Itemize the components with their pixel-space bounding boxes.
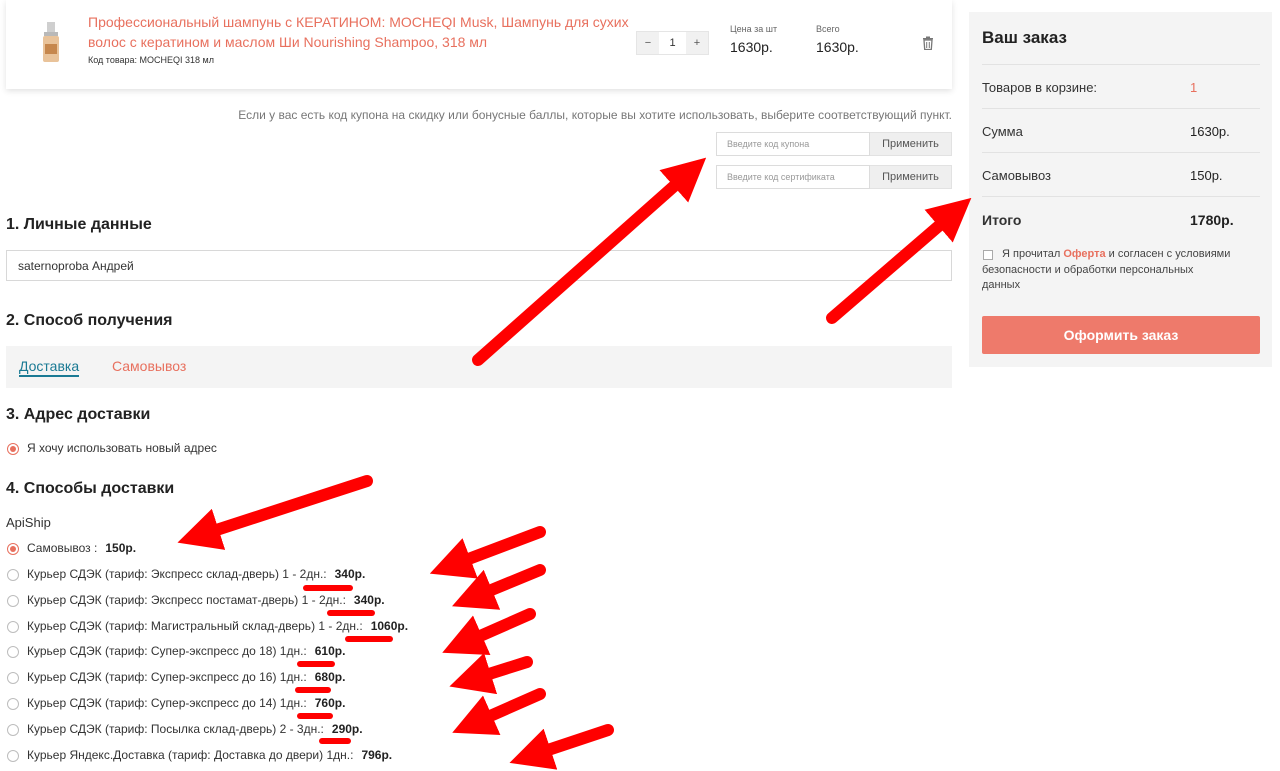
agree-prefix: Я прочитал xyxy=(1002,248,1061,260)
delivery-option-label: Самовывоз : xyxy=(27,541,98,555)
cart-item-card: Профессиональный шампунь с КЕРАТИНОМ: MO… xyxy=(6,0,952,89)
section-method-title: 2. Способ получения xyxy=(6,312,173,329)
delivery-option-price: 290р. xyxy=(331,722,363,736)
agree-text: Я прочитал Оферта и согласен с условиями… xyxy=(982,247,1232,294)
delivery-option-label: Курьер СДЭК (тариф: Супер-экспресс до 16… xyxy=(27,670,307,684)
summary-row-count: Товаров в корзине: 1 xyxy=(982,64,1260,108)
product-name[interactable]: Профессиональный шампунь с КЕРАТИНОМ: MO… xyxy=(88,12,633,52)
tab-pickup[interactable]: Самовывоз xyxy=(112,358,186,374)
new-address-label[interactable]: Я хочу использовать новый адрес xyxy=(27,441,217,455)
annotation-arrow xyxy=(449,652,533,695)
delivery-option-price: 680р. xyxy=(314,670,346,684)
annotation-arrow xyxy=(429,526,546,579)
delivery-option-price: 760р. xyxy=(314,696,346,710)
delivery-option-label: Курьер СДЭК (тариф: Экспресс постамат-дв… xyxy=(27,593,346,607)
delivery-option-radio[interactable] xyxy=(7,724,19,736)
coupon-input[interactable] xyxy=(716,132,870,156)
annotation-arrow xyxy=(442,608,536,656)
delivery-option[interactable]: Курьер СДЭК (тариф: Супер-экспресс до 14… xyxy=(27,696,345,710)
delivery-option-label: Курьер СДЭК (тариф: Супер-экспресс до 18… xyxy=(27,644,307,658)
delivery-option-radio[interactable] xyxy=(7,672,19,684)
receive-method-tabs: Доставка Самовывоз xyxy=(6,346,952,388)
summary-shipping-value: 150р. xyxy=(1190,168,1223,183)
summary-row-sum: Сумма 1630р. xyxy=(982,108,1260,152)
delivery-option[interactable]: Курьер СДЭК (тариф: Посылка склад-дверь)… xyxy=(27,722,363,736)
summary-shipping-label: Самовывоз xyxy=(982,168,1051,183)
place-order-button[interactable]: Оформить заказ xyxy=(982,316,1260,354)
trash-icon[interactable] xyxy=(922,36,934,50)
summary-count-label: Товаров в корзине: xyxy=(982,80,1098,95)
delivery-option[interactable]: Курьер СДЭК (тариф: Супер-экспресс до 18… xyxy=(27,644,345,658)
summary-total-label: Итого xyxy=(982,212,1022,228)
delivery-option-price: 340р. xyxy=(353,593,385,607)
certificate-form: Применить xyxy=(716,165,952,189)
section-delivery-title: 4. Способы доставки xyxy=(6,480,175,497)
total-price: 1630р. xyxy=(816,39,859,55)
delivery-option[interactable]: Курьер СДЭК (тариф: Магистральный склад-… xyxy=(27,619,408,633)
name-field[interactable] xyxy=(6,250,952,281)
offer-link[interactable]: Оферта xyxy=(1063,248,1105,260)
delivery-provider: ApiShip xyxy=(6,515,51,530)
delivery-option-radio[interactable] xyxy=(7,543,19,555)
coupon-form: Применить xyxy=(716,132,952,156)
delivery-option-price: 796р. xyxy=(361,748,393,762)
coupon-hint: Если у вас есть код купона на скидку или… xyxy=(238,108,952,122)
delivery-option-price: 150р. xyxy=(105,541,137,555)
apply-certificate-button[interactable]: Применить xyxy=(870,165,952,189)
annotation-arrow xyxy=(452,688,546,736)
delivery-option-radio[interactable] xyxy=(7,595,19,607)
delivery-option-label: Курьер СДЭК (тариф: Магистральный склад-… xyxy=(27,619,363,633)
section-address-title: 3. Адрес доставки xyxy=(6,406,151,423)
delivery-option-price: 340р. xyxy=(334,567,366,581)
unit-price-column: Цена за шт 1630р. xyxy=(730,24,777,55)
delivery-option[interactable]: Курьер СДЭК (тариф: Экспресс склад-дверь… xyxy=(27,567,365,581)
annotation-arrow xyxy=(177,475,373,550)
summary-title: Ваш заказ xyxy=(982,28,1067,47)
delivery-option-label: Курьер СДЭК (тариф: Супер-экспресс до 14… xyxy=(27,696,307,710)
delivery-option-radio[interactable] xyxy=(7,750,19,762)
total-price-label: Всего xyxy=(816,24,840,34)
qty-value[interactable]: 1 xyxy=(659,32,686,54)
new-address-radio[interactable] xyxy=(7,443,19,455)
delivery-option-label: Курьер Яндекс.Доставка (тариф: Доставка … xyxy=(27,748,354,762)
delivery-option-label: Курьер СДЭК (тариф: Экспресс склад-дверь… xyxy=(27,567,327,581)
qty-decrease-button[interactable]: − xyxy=(637,32,659,54)
delivery-option[interactable]: Курьер Яндекс.Доставка (тариф: Доставка … xyxy=(27,748,392,762)
delivery-option-radio[interactable] xyxy=(7,569,19,581)
tab-delivery[interactable]: Доставка xyxy=(19,358,80,377)
product-image[interactable] xyxy=(36,20,66,65)
delivery-option-price: 1060р. xyxy=(370,619,409,633)
certificate-input[interactable] xyxy=(716,165,870,189)
delivery-option-label: Курьер СДЭК (тариф: Посылка склад-дверь)… xyxy=(27,722,324,736)
product-code: Код товара: MOCHEQI 318 мл xyxy=(88,55,214,65)
delivery-option-radio[interactable] xyxy=(7,698,19,710)
unit-price: 1630р. xyxy=(730,39,773,55)
annotation-arrow xyxy=(509,724,614,770)
delivery-option[interactable]: Самовывоз : 150р. xyxy=(27,541,136,555)
delivery-option[interactable]: Курьер СДЭК (тариф: Супер-экспресс до 16… xyxy=(27,670,345,684)
summary-row-total: Итого 1780р. xyxy=(982,196,1260,240)
qty-increase-button[interactable]: + xyxy=(686,32,708,54)
summary-total-value: 1780р. xyxy=(1190,212,1234,228)
section-personal-title: 1. Личные данные xyxy=(6,216,152,233)
agree-checkbox[interactable] xyxy=(983,250,993,260)
summary-sum-value: 1630р. xyxy=(1190,124,1230,139)
annotation-arrow xyxy=(452,564,546,610)
total-price-column: Всего 1630р. xyxy=(816,24,859,55)
unit-price-label: Цена за шт xyxy=(730,24,778,34)
summary-count-value: 1 xyxy=(1190,80,1198,95)
summary-sum-label: Сумма xyxy=(982,124,1023,139)
summary-row-shipping: Самовывоз 150р. xyxy=(982,152,1260,196)
delivery-option-radio[interactable] xyxy=(7,646,19,658)
quantity-stepper[interactable]: − 1 + xyxy=(636,31,709,55)
apply-coupon-button[interactable]: Применить xyxy=(870,132,952,156)
order-summary: Ваш заказ Товаров в корзине: 1 Сумма 163… xyxy=(969,12,1272,367)
delivery-option-price: 610р. xyxy=(314,644,346,658)
delivery-option-radio[interactable] xyxy=(7,621,19,633)
delivery-option[interactable]: Курьер СДЭК (тариф: Экспресс постамат-дв… xyxy=(27,593,385,607)
